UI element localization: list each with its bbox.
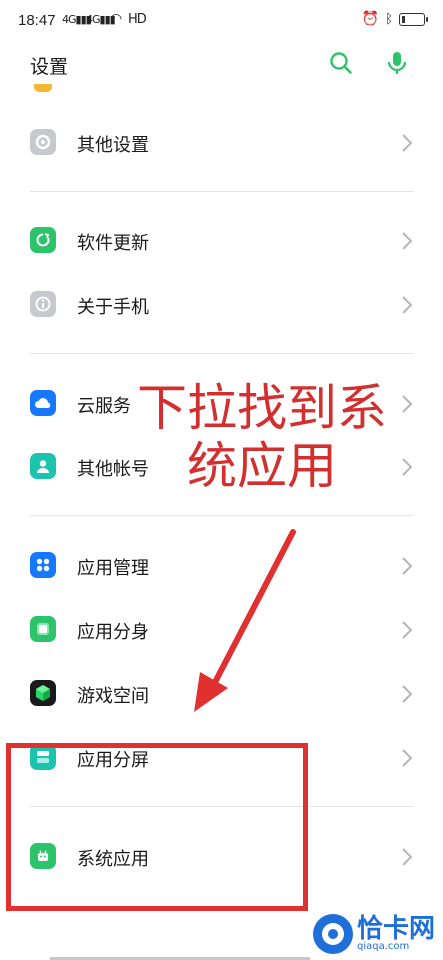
alarm-icon: ⏰ (361, 11, 380, 27)
settings-item-app-management[interactable]: 应用管理 (0, 536, 443, 596)
chevron-right-icon (402, 395, 413, 413)
app-header: 设置 (0, 40, 443, 86)
annotation-line: 下拉找到系 (137, 379, 387, 437)
cube-icon (30, 680, 56, 706)
chevron-right-icon (402, 749, 413, 767)
settings-item-label: 关于手机 (77, 297, 149, 318)
hd-label: HD (128, 12, 147, 27)
chevron-right-icon (402, 296, 413, 314)
settings-item-label: 云服务 (77, 396, 131, 417)
annotation-text: 下拉找到系 统应用 (132, 379, 392, 495)
settings-item-app-clone[interactable]: 应用分身 (0, 600, 443, 660)
refresh-icon (30, 227, 56, 253)
watermark: 恰卡网 qiaqa.com (312, 914, 435, 954)
person-icon (30, 453, 56, 479)
grid-icon (30, 552, 56, 578)
annotation-highlight-box (6, 743, 308, 911)
chevron-right-icon (402, 458, 413, 476)
microphone-icon[interactable] (384, 50, 410, 76)
chevron-right-icon (402, 621, 413, 639)
chevron-right-icon (402, 134, 413, 152)
status-bar: 18:47 4G▮▮▮ 4G▮▮▮ ◠ HD ⏰ ᛒ (0, 0, 443, 40)
settings-item-other-settings[interactable]: 其他设置 (0, 113, 443, 173)
watermark-text: 恰卡网 (356, 914, 435, 944)
settings-item-label: 应用分身 (77, 622, 149, 643)
wifi-icon: ◠ (110, 11, 122, 27)
status-time: 18:47 (18, 12, 56, 29)
settings-item-label: 游戏空间 (77, 686, 149, 707)
divider (30, 191, 414, 192)
settings-item-about-phone[interactable]: 关于手机 (0, 275, 443, 335)
settings-item-label: 应用管理 (77, 558, 149, 579)
search-icon[interactable] (328, 50, 354, 76)
chevron-right-icon (402, 685, 413, 703)
chevron-right-icon (402, 557, 413, 575)
gear-icon (30, 129, 56, 155)
cloud-icon (30, 390, 56, 416)
clone-icon (30, 616, 56, 642)
page-title: 设置 (30, 56, 69, 78)
battery-icon (399, 12, 428, 26)
partial-item-icon (34, 84, 52, 92)
settings-item-label: 软件更新 (77, 233, 149, 254)
divider (30, 353, 414, 354)
settings-item-software-update[interactable]: 软件更新 (0, 211, 443, 271)
settings-item-label: 其他设置 (77, 135, 149, 156)
settings-item-game-space[interactable]: 游戏空间 (0, 664, 443, 724)
chevron-right-icon (402, 232, 413, 250)
divider (30, 515, 414, 516)
chevron-right-icon (402, 848, 413, 866)
annotation-line: 统应用 (187, 436, 337, 495)
bluetooth-icon: ᛒ (385, 11, 393, 27)
info-icon (30, 291, 56, 317)
watermark-logo-icon (312, 914, 353, 954)
